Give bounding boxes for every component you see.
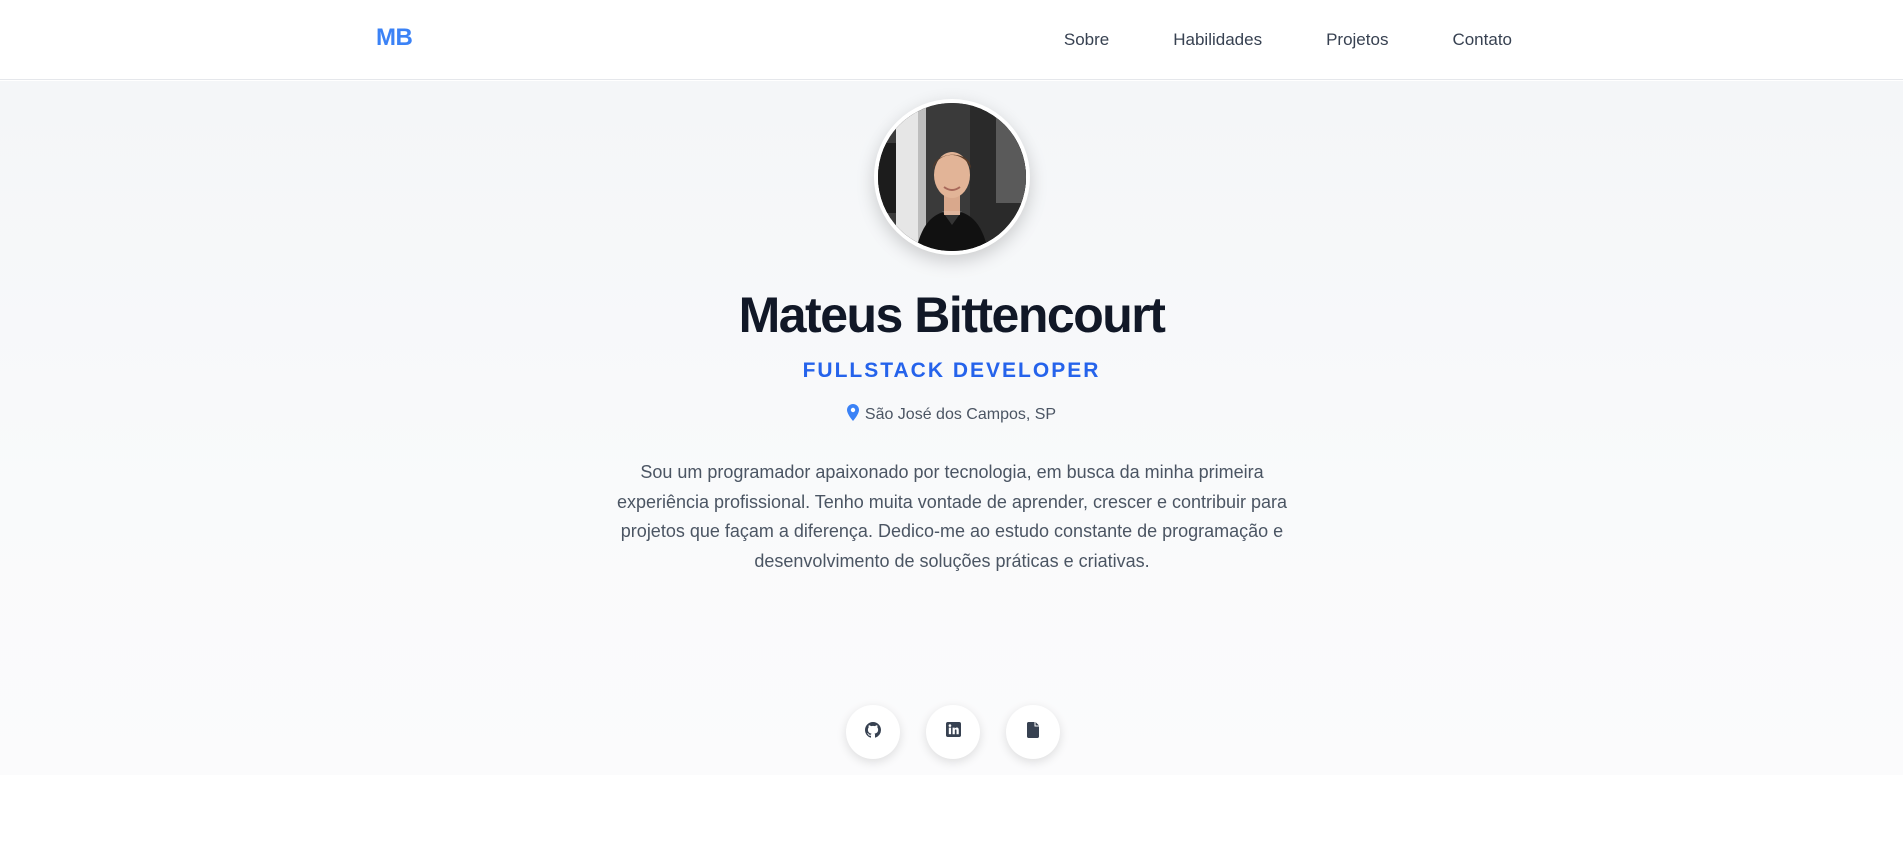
linkedin-button[interactable] bbox=[926, 705, 980, 759]
resume-button[interactable] bbox=[1006, 705, 1060, 759]
logo[interactable]: MB bbox=[376, 24, 413, 52]
nav-links: Sobre Habilidades Projetos Contato bbox=[1064, 30, 1512, 50]
hero-section: Mateus Bittencourt FULLSTACK DEVELOPER S… bbox=[0, 81, 1903, 775]
location-text: São José dos Campos, SP bbox=[864, 406, 1057, 423]
nav-link-sobre[interactable]: Sobre bbox=[1064, 30, 1109, 50]
github-icon bbox=[865, 721, 881, 743]
github-button[interactable] bbox=[846, 705, 900, 759]
hero-name: Mateus Bittencourt bbox=[738, 287, 1166, 343]
hero-location: São José dos Campos, SP bbox=[0, 404, 1903, 426]
social-links bbox=[846, 705, 1060, 759]
map-pin-icon bbox=[846, 404, 859, 426]
nav-link-contato[interactable]: Contato bbox=[1452, 30, 1512, 50]
hero-bio: Sou um programador apaixonado por tecnol… bbox=[616, 462, 1288, 571]
hero-role: FULLSTACK DEVELOPER bbox=[802, 359, 1101, 382]
avatar bbox=[878, 103, 1026, 251]
linkedin-icon bbox=[945, 722, 961, 742]
nav-link-habilidades[interactable]: Habilidades bbox=[1173, 30, 1262, 50]
navbar: MB Sobre Habilidades Projetos Contato bbox=[0, 0, 1903, 80]
document-icon bbox=[1027, 721, 1039, 743]
nav-link-projetos[interactable]: Projetos bbox=[1326, 30, 1388, 50]
avatar-frame bbox=[874, 99, 1030, 255]
